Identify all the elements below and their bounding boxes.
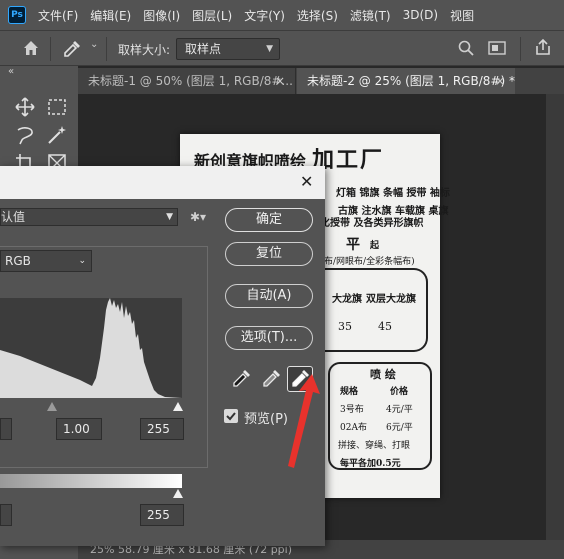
flyer-table-value: 45 xyxy=(378,320,392,333)
output-white-field[interactable]: 255 xyxy=(140,504,184,526)
gear-icon[interactable]: ✱▾ xyxy=(190,210,206,224)
close-icon[interactable]: × xyxy=(495,68,505,94)
ok-button[interactable]: 确定 xyxy=(225,208,313,232)
flyer-print-title: 喷 绘 xyxy=(370,368,396,381)
input-gamma-field[interactable]: 1.00 xyxy=(56,418,102,440)
flyer-table-head: 大龙旗 xyxy=(332,294,362,305)
red-arrow-icon xyxy=(282,372,322,475)
input-white-field[interactable]: 255 xyxy=(140,418,184,440)
reset-button[interactable]: 复位 xyxy=(225,242,313,266)
flyer-price-unit: 起 xyxy=(370,241,380,251)
chevron-down-icon[interactable]: ⌄ xyxy=(90,39,98,50)
move-tool-icon[interactable] xyxy=(14,96,36,118)
sample-size-value: 取样点 xyxy=(185,42,222,56)
menu-image[interactable]: 图像(I) xyxy=(143,7,180,24)
input-white-slider[interactable] xyxy=(173,402,183,411)
gray-point-eyedropper-icon[interactable] xyxy=(258,366,284,392)
flyer-print-col: 规格 xyxy=(340,387,359,397)
flyer-text-line: 化授带 及各类异形旗帜 xyxy=(320,218,424,229)
output-white-slider[interactable] xyxy=(173,489,183,498)
divider xyxy=(50,37,51,61)
flyer-table-head: 双层大龙旗 xyxy=(366,294,416,305)
sample-size-select[interactable]: 取样点 ▼ xyxy=(176,38,280,60)
sample-size-label: 取样大小: xyxy=(118,43,171,57)
preset-select[interactable]: 认值 ▼ xyxy=(0,208,178,226)
preview-checkbox[interactable] xyxy=(224,409,238,423)
channel-value: RGB xyxy=(5,254,31,268)
close-icon[interactable]: ✕ xyxy=(300,172,313,191)
flyer-table-box xyxy=(324,268,428,352)
flyer-text-line: 灯箱 锦旗 条幅 授带 袖标 xyxy=(336,188,450,199)
divider xyxy=(106,37,107,61)
flyer-print-note: 每平各加0.5元 xyxy=(340,459,401,469)
flyer-print-cell: 6元/平 xyxy=(386,423,413,433)
flyer-print-col: 价格 xyxy=(390,387,409,397)
close-icon[interactable]: × xyxy=(275,68,285,94)
flyer-price-mark: 平 xyxy=(346,237,360,253)
input-midtone-slider[interactable] xyxy=(47,402,57,411)
levels-dialog: ✕ 认值 ▼ ✱▾ RGB ⌄ 1.00 255 255 确定 复位 自动(A)… xyxy=(0,166,325,546)
tab-document-1[interactable]: 未标题-1 @ 50% (图层 1, RGB/8#... × xyxy=(78,68,296,94)
magic-wand-tool-icon[interactable] xyxy=(46,124,68,146)
home-icon[interactable] xyxy=(22,39,40,57)
photoshop-logo: Ps xyxy=(8,6,26,24)
input-black-field[interactable] xyxy=(0,418,12,440)
dialog-titlebar[interactable]: ✕ xyxy=(0,166,325,199)
chevron-down-icon: ▼ xyxy=(266,44,273,54)
flyer-print-cell: 02A布 xyxy=(340,423,367,433)
flyer-text-line: 布/网眼布/全彩条幅布) xyxy=(324,257,415,267)
menu-edit[interactable]: 编辑(E) xyxy=(90,7,131,24)
flyer-print-cell: 4元/平 xyxy=(386,405,413,415)
chevron-down-icon: ⌄ xyxy=(78,256,86,266)
output-levels-gradient xyxy=(0,474,182,488)
eyedropper-tool-icon[interactable] xyxy=(62,39,82,59)
channel-select[interactable]: RGB ⌄ xyxy=(0,250,92,272)
right-panel-strip xyxy=(546,94,564,559)
options-button[interactable]: 选项(T)... xyxy=(225,326,313,350)
divider xyxy=(520,37,521,61)
workspace-frame-icon[interactable] xyxy=(488,41,506,58)
flyer-table-value: 35 xyxy=(338,320,352,333)
lasso-tool-icon[interactable] xyxy=(14,124,36,146)
flyer-print-extra: 拼接、穿绳、打眼 xyxy=(338,441,411,451)
preset-value: 认值 xyxy=(1,210,26,224)
chevron-down-icon: ▼ xyxy=(166,212,173,222)
output-black-field[interactable] xyxy=(0,504,12,526)
menu-layer[interactable]: 图层(L) xyxy=(192,7,232,24)
menu-select[interactable]: 选择(S) xyxy=(297,7,338,24)
menu-type[interactable]: 文字(Y) xyxy=(244,7,285,24)
menu-filter[interactable]: 滤镜(T) xyxy=(350,7,391,24)
options-bar: ⌄ 取样大小: 取样点 ▼ xyxy=(0,30,564,66)
tab-label: 未标题-1 @ 50% (图层 1, RGB/8#... xyxy=(88,74,293,88)
flyer-print-cell: 3号布 xyxy=(340,405,364,415)
collapse-panel-icon[interactable]: « xyxy=(8,66,14,77)
search-icon[interactable] xyxy=(458,40,474,59)
tab-label: 未标题-2 @ 25% (图层 1, RGB/8#) * xyxy=(307,74,515,88)
auto-button[interactable]: 自动(A) xyxy=(225,284,313,308)
menu-bar: Ps 文件(F) 编辑(E) 图像(I) 图层(L) 文字(Y) 选择(S) 滤… xyxy=(0,0,564,30)
menu-file[interactable]: 文件(F) xyxy=(38,7,78,24)
menu-3d[interactable]: 3D(D) xyxy=(403,8,438,22)
marquee-tool-icon[interactable] xyxy=(46,96,68,118)
menu-view[interactable]: 视图 xyxy=(450,7,474,24)
document-tab-bar: 未标题-1 @ 50% (图层 1, RGB/8#... × 未标题-2 @ 2… xyxy=(78,68,564,94)
tab-document-2[interactable]: 未标题-2 @ 25% (图层 1, RGB/8#) * × xyxy=(297,68,515,94)
share-icon[interactable] xyxy=(534,38,552,59)
black-point-eyedropper-icon[interactable] xyxy=(228,366,254,392)
histogram xyxy=(0,298,182,398)
